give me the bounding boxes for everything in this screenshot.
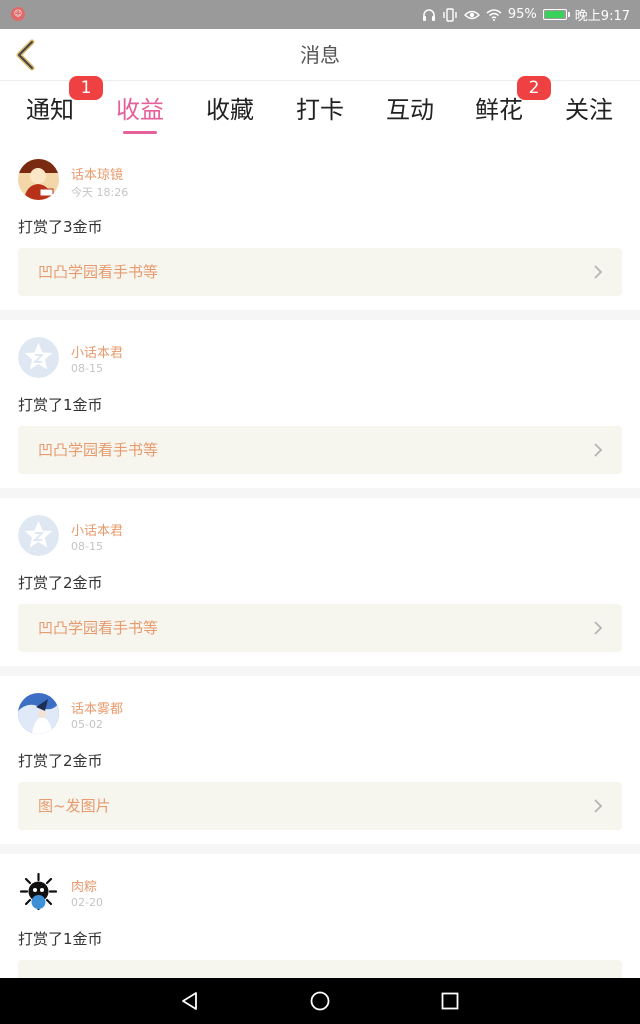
tab-label: 打卡 (296, 96, 344, 124)
star-avatar-icon (18, 515, 59, 556)
post-title: 凹凸学园看手书等 (38, 441, 159, 459)
tab-interactions[interactable]: 互动 (365, 81, 455, 139)
wifi-icon (486, 9, 502, 21)
timestamp: 02-20 (71, 896, 103, 909)
system-nav-bar (0, 978, 640, 1024)
avatar[interactable] (18, 159, 59, 200)
nav-home-button[interactable] (290, 978, 350, 1024)
list-item: 小话本君 08-15 打赏了1金币 凹凸学园看手书等 (0, 320, 640, 488)
page-title: 消息 (300, 43, 340, 67)
nav-back-button[interactable] (160, 978, 220, 1024)
battery-percent: 95% (507, 7, 537, 22)
referenced-post[interactable] (18, 960, 622, 978)
list-item: 肉粽 02-20 打赏了1金币 (0, 854, 640, 978)
reward-text: 打赏了2金币 (18, 574, 103, 592)
timestamp: 08-15 (71, 362, 103, 375)
reward-text: 打赏了1金币 (18, 930, 103, 948)
user-name[interactable]: 话本雾都 (71, 698, 123, 717)
list-item: 小话本君 08-15 打赏了2金币 凹凸学园看手书等 (0, 498, 640, 666)
tab-label: 鲜花 (475, 96, 523, 124)
chevron-right-icon (594, 443, 603, 457)
battery-icon (542, 9, 570, 20)
tab-following[interactable]: 关注 (544, 81, 634, 139)
chevron-right-icon (594, 799, 603, 813)
anime-avatar-icon (18, 693, 59, 734)
circle-home-icon (310, 991, 330, 1011)
list-item: 话本琼镜 今天 18:26 打赏了3金币 凹凸学园看手书等 (0, 142, 640, 310)
user-name[interactable]: 小话本君 (71, 520, 123, 539)
avatar[interactable] (18, 515, 59, 556)
triangle-back-icon (182, 992, 197, 1010)
status-time: 晚上9:17 (574, 9, 630, 24)
user-name[interactable]: 小话本君 (71, 342, 123, 361)
virus-avatar-icon (18, 871, 59, 912)
list-item: 话本雾都 05-02 打赏了2金币 图~发图片 (0, 676, 640, 844)
chevron-right-icon (594, 265, 603, 279)
vibrate-icon (443, 7, 457, 22)
user-name[interactable]: 话本琼镜 (71, 164, 123, 183)
tab-checkin[interactable]: 打卡 (275, 81, 365, 139)
reward-text: 打赏了3金币 (18, 218, 103, 236)
eye-icon (463, 10, 480, 19)
tab-flowers[interactable]: 鲜花 2 (454, 76, 551, 139)
post-title: 图~发图片 (38, 797, 111, 815)
avatar[interactable] (18, 693, 59, 734)
tab-label: 收藏 (206, 96, 254, 124)
referenced-post[interactable]: 凹凸学园看手书等 (18, 604, 622, 652)
app-notification-icon: ☺ (11, 7, 25, 21)
post-title: 凹凸学园看手书等 (38, 619, 159, 637)
tab-favorites[interactable]: 收藏 (185, 81, 275, 139)
tab-notifications[interactable]: 通知 1 (5, 76, 103, 139)
star-avatar-icon (18, 337, 59, 378)
avatar[interactable] (18, 337, 59, 378)
tab-label: 收益 (116, 96, 164, 124)
tab-earnings[interactable]: 收益 (95, 81, 185, 139)
chevron-right-icon (594, 621, 603, 635)
app-screen: ☺ 95% 晚上9:17 消息 通知 1 收益 收藏 打卡 互动 鲜花 2 关注… (0, 0, 640, 1024)
avatar[interactable] (18, 871, 59, 912)
headset-icon (422, 8, 435, 21)
timestamp: 08-15 (71, 540, 103, 553)
battery-level (544, 11, 564, 18)
timestamp: 05-02 (71, 718, 103, 731)
earnings-feed[interactable]: 话本琼镜 今天 18:26 打赏了3金币 凹凸学园看手书等 小话本君 08-15… (0, 142, 640, 978)
active-tab-indicator (123, 131, 157, 134)
post-title: 凹凸学园看手书等 (38, 263, 159, 281)
tab-label: 通知 (26, 96, 74, 124)
reward-text: 打赏了1金币 (18, 396, 103, 414)
status-icons: 95% 晚上9:17 (422, 0, 630, 29)
square-recents-icon (441, 992, 459, 1010)
nav-recents-button[interactable] (420, 978, 480, 1024)
tab-label: 互动 (386, 96, 434, 124)
drawn-avatar-icon (18, 159, 59, 200)
reward-text: 打赏了2金币 (18, 752, 103, 770)
user-name[interactable]: 肉粽 (71, 876, 97, 895)
header: 消息 (0, 29, 640, 81)
tab-bar: 通知 1 收益 收藏 打卡 互动 鲜花 2 关注 (0, 76, 640, 139)
tab-label: 关注 (565, 96, 613, 124)
referenced-post[interactable]: 凹凸学园看手书等 (18, 426, 622, 474)
timestamp: 今天 18:26 (71, 186, 129, 199)
referenced-post[interactable]: 图~发图片 (18, 782, 622, 830)
referenced-post[interactable]: 凹凸学园看手书等 (18, 248, 622, 296)
status-bar: ☺ 95% 晚上9:17 (0, 0, 640, 29)
